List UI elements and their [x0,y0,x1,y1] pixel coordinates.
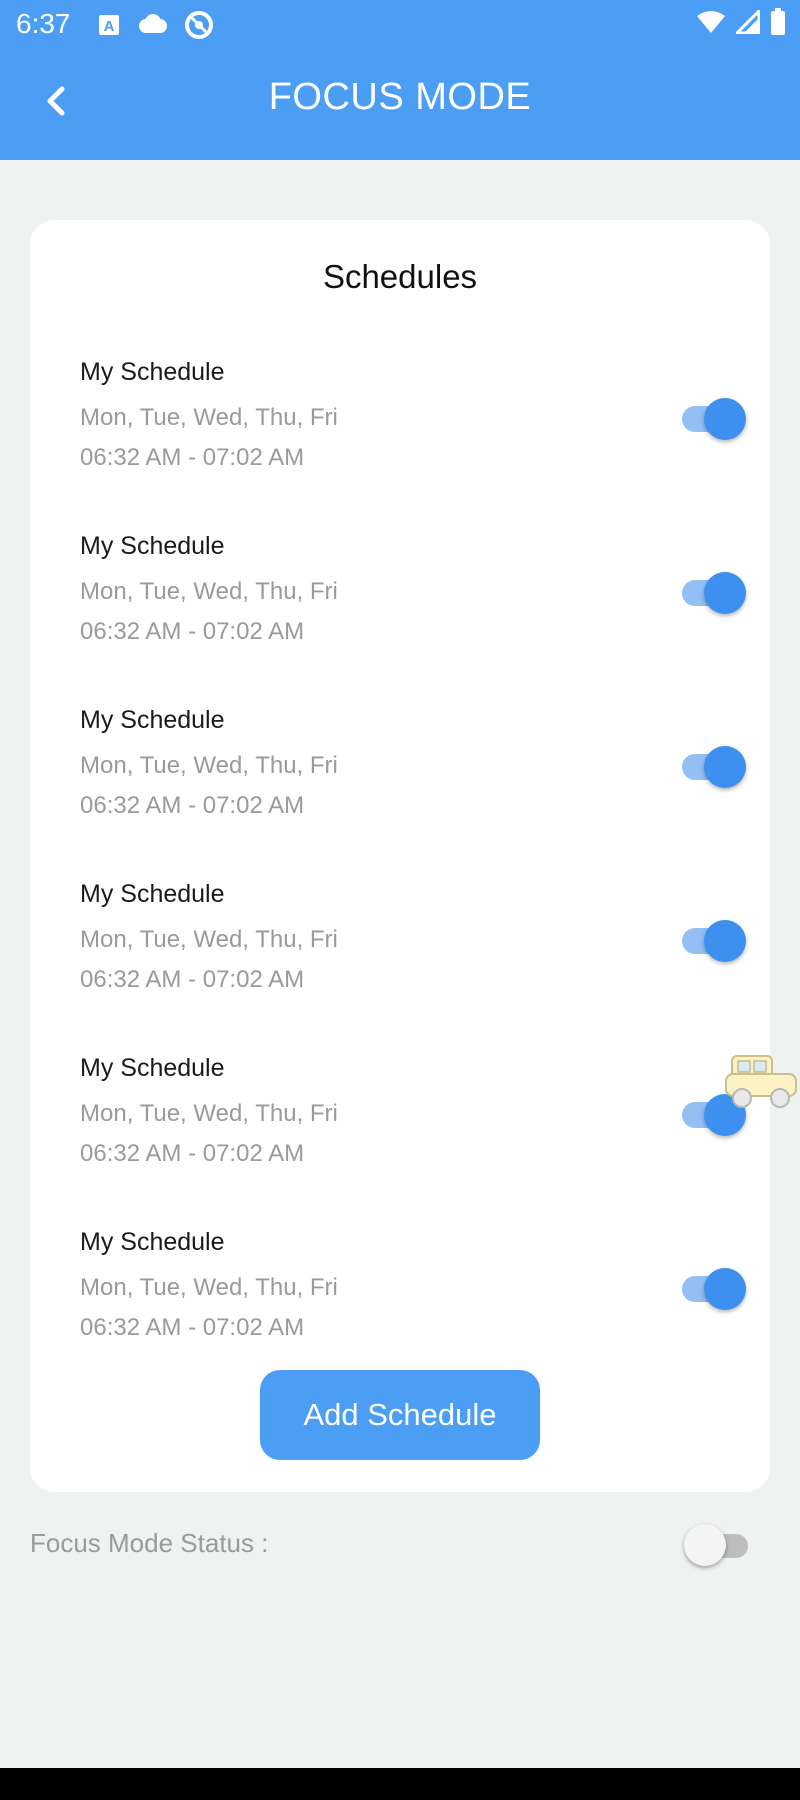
cloud-icon [136,14,168,41]
wifi-icon [696,10,726,39]
schedule-time: 06:32 AM - 07:02 AM [80,966,305,993]
schedule-time: 06:32 AM - 07:02 AM [80,444,305,471]
schedule-time: 06:32 AM - 07:02 AM [80,792,305,819]
battery-icon [770,8,786,41]
app-header: 6:37 A FOCUS MODE [0,0,800,160]
schedule-days: Mon, Tue, Wed, Thu, Fri [80,1274,338,1301]
schedule-days: Mon, Tue, Wed, Thu, Fri [80,404,338,431]
schedule-name: My Schedule [80,706,225,734]
schedules-title: Schedules [322,258,478,295]
schedule-item[interactable]: My Schedule Mon, Tue, Wed, Thu, Fri 06:3… [80,1228,746,1378]
signal-icon [733,7,761,39]
toggle-thumb [704,920,746,962]
schedule-name: My Schedule [80,532,225,560]
schedule-days: Mon, Tue, Wed, Thu, Fri [80,1100,338,1127]
schedule-toggle[interactable] [680,396,746,440]
status-icons-left: A [98,10,214,45]
schedule-toggle[interactable] [680,918,746,962]
add-schedule-button[interactable]: Add Schedule [260,1370,540,1460]
page-title: FOCUS MODE [268,76,532,118]
schedule-days: Mon, Tue, Wed, Thu, Fri [80,578,338,605]
status-icons-right [696,7,786,41]
schedule-toggle[interactable] [680,570,746,614]
schedule-name: My Schedule [80,358,225,386]
svg-text:A: A [104,18,115,35]
schedule-time: 06:32 AM - 07:02 AM [80,618,305,645]
schedule-item[interactable]: My Schedule Mon, Tue, Wed, Thu, Fri 06:3… [80,358,746,508]
status-time: 6:37 [16,8,71,39]
status-bar: 6:37 A [0,0,800,50]
schedule-time: 06:32 AM - 07:02 AM [80,1314,305,1341]
schedule-name: My Schedule [80,1054,225,1082]
toggle-thumb [704,1268,746,1310]
schedule-name: My Schedule [80,1228,225,1256]
schedule-time: 06:32 AM - 07:02 AM [80,1140,305,1167]
schedule-item[interactable]: My Schedule Mon, Tue, Wed, Thu, Fri 06:3… [80,880,746,1030]
schedule-days: Mon, Tue, Wed, Thu, Fri [80,752,338,779]
toggle-thumb [704,398,746,440]
schedule-toggle[interactable] [680,1266,746,1310]
car-icon[interactable] [722,1050,800,1112]
schedule-item[interactable]: My Schedule Mon, Tue, Wed, Thu, Fri 06:3… [80,532,746,682]
toggle-thumb [704,572,746,614]
focus-mode-status-label: Focus Mode Status : [30,1528,269,1558]
schedule-name: My Schedule [80,880,225,908]
schedules-card: Schedules My Schedule Mon, Tue, Wed, Thu… [30,220,770,1492]
system-nav-bar [0,1768,800,1800]
schedule-days: Mon, Tue, Wed, Thu, Fri [80,926,338,953]
at-sign-icon [184,10,214,45]
a-app-icon: A [98,14,120,41]
toggle-thumb [684,1524,726,1566]
focus-mode-status-toggle[interactable] [684,1522,750,1568]
schedule-item[interactable]: My Schedule Mon, Tue, Wed, Thu, Fri 06:3… [80,706,746,856]
toggle-thumb [704,746,746,788]
schedule-item[interactable]: My Schedule Mon, Tue, Wed, Thu, Fri 06:3… [80,1054,746,1204]
schedule-toggle[interactable] [680,744,746,788]
